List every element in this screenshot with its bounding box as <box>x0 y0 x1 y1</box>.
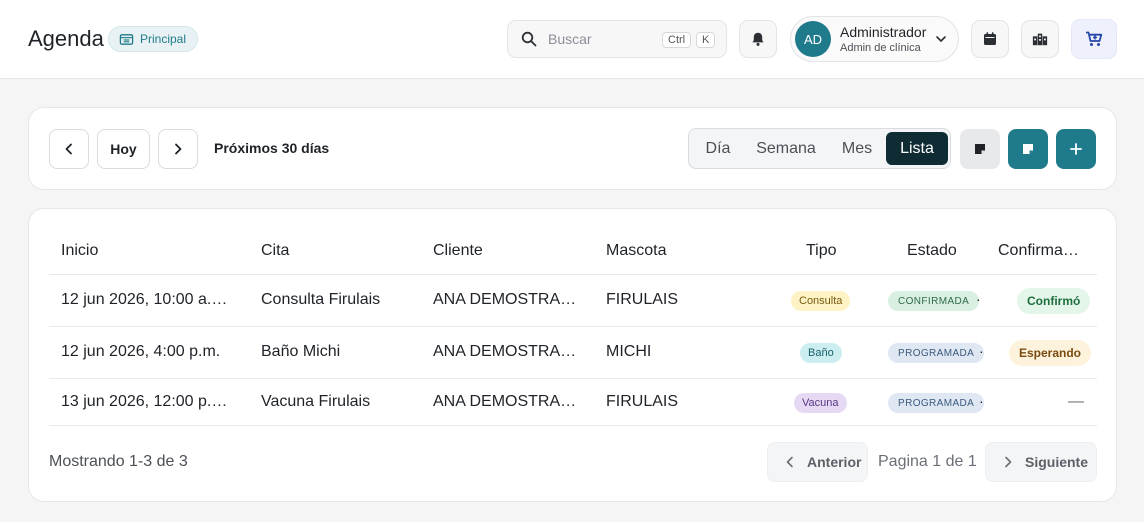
cell-cita[interactable]: Baño Michi <box>261 343 340 361</box>
confirmation-badge: Esperando <box>1009 340 1092 366</box>
branch-label: Principal <box>140 32 187 46</box>
branch-badge[interactable]: Principal <box>108 26 199 52</box>
tipo-badge: Baño <box>800 343 842 363</box>
next-page-label: Siguiente <box>1025 454 1089 470</box>
previous-page-button[interactable]: Anterior <box>767 442 868 482</box>
view-list-tab[interactable]: Lista <box>886 132 948 165</box>
notes-button[interactable] <box>960 129 1000 169</box>
cell-inicio: 12 jun 2026, 4:00 p.m. <box>61 343 221 360</box>
new-note-button[interactable] <box>1008 129 1048 169</box>
chevron-down-icon <box>936 36 946 42</box>
confirmation-badge: Confirmó <box>1017 288 1091 314</box>
previous-period-button[interactable] <box>49 129 89 169</box>
building-badge-icon <box>119 33 134 45</box>
calendar-icon <box>984 32 996 45</box>
column-header-inicio[interactable]: Inicio <box>61 242 98 260</box>
sticky-note-icon <box>975 144 985 154</box>
view-day-tab[interactable]: Día <box>699 132 737 165</box>
view-switcher: Día Semana Mes Lista <box>688 128 951 169</box>
tipo-badge: Consulta <box>791 291 851 311</box>
status-badge: CONFIRMADA <box>888 291 980 311</box>
cell-mascota: FIRULAIS <box>606 291 679 308</box>
view-month-tab[interactable]: Mes <box>835 132 879 165</box>
previous-page-label: Anterior <box>807 454 862 470</box>
search-box[interactable]: Ctrl K <box>507 20 727 58</box>
cell-cita[interactable]: Consulta Firulais <box>261 291 380 309</box>
header-divider <box>49 274 1097 275</box>
row-dot: · <box>979 393 984 409</box>
calendar-toolbar: Hoy Próximos 30 días Día Semana Mes List… <box>28 107 1117 190</box>
next-period-button[interactable] <box>158 129 198 169</box>
row-divider <box>49 425 1097 426</box>
top-bar: Agenda Principal Ctrl K AD Administrador… <box>0 0 1144 79</box>
buildings-icon <box>1032 33 1048 46</box>
cell-inicio: 12 jun 2026, 10:00 a.… <box>61 291 228 308</box>
row-divider <box>49 326 1097 327</box>
chevron-left-icon <box>786 456 793 468</box>
user-menu[interactable]: AD Administrador Admin de clínica <box>790 16 959 62</box>
user-role: Admin de clínica <box>840 42 921 54</box>
view-week-tab[interactable]: Semana <box>751 132 821 165</box>
appointments-table: Inicio Cita Cliente Mascota Tipo Estado … <box>28 208 1117 502</box>
page-title: Agenda <box>28 26 104 51</box>
shortcut-k-key: K <box>696 32 716 48</box>
chevron-left-icon <box>65 143 72 155</box>
column-header-confirmacion[interactable]: Confirma… <box>998 242 1079 260</box>
avatar: AD <box>795 21 831 57</box>
column-header-estado[interactable]: Estado <box>907 242 957 260</box>
cell-mascota: MICHI <box>606 343 652 360</box>
next-page-button[interactable]: Siguiente <box>985 442 1097 482</box>
cart-button[interactable] <box>1071 19 1117 59</box>
page-indicator: Pagina 1 de 1 <box>878 453 977 470</box>
sticky-note-icon <box>1023 144 1033 154</box>
bell-icon <box>752 32 764 46</box>
tipo-badge: Vacuna <box>794 393 847 413</box>
cell-mascota: FIRULAIS <box>606 393 679 410</box>
chevron-right-icon <box>175 143 182 155</box>
today-button[interactable]: Hoy <box>97 129 150 169</box>
add-appointment-button[interactable] <box>1056 129 1096 169</box>
column-header-mascota[interactable]: Mascota <box>606 242 666 260</box>
plus-icon <box>1070 143 1082 155</box>
row-dot: · <box>979 343 984 359</box>
results-summary: Mostrando 1-3 de 3 <box>49 453 188 470</box>
search-input[interactable] <box>548 31 658 47</box>
column-header-cita[interactable]: Cita <box>261 242 289 260</box>
cell-cliente: ANA DEMOSTRACI… <box>433 291 579 308</box>
cell-cliente: ANA DEMOSTRACI… <box>433 393 579 410</box>
notifications-button[interactable] <box>739 20 777 58</box>
date-range-label: Próximos 30 días <box>214 140 330 156</box>
column-header-tipo[interactable]: Tipo <box>806 242 837 260</box>
column-header-cliente[interactable]: Cliente <box>433 242 483 260</box>
confirmation-empty: — <box>1068 393 1084 410</box>
search-icon <box>521 31 537 47</box>
user-name: Administrador <box>840 24 927 40</box>
status-badge: PROGRAMADA <box>888 393 985 413</box>
branches-button[interactable] <box>1021 20 1059 58</box>
cell-cita[interactable]: Vacuna Firulais <box>261 393 370 411</box>
row-divider <box>49 378 1097 379</box>
calendar-button[interactable] <box>971 20 1009 58</box>
row-dot: · <box>976 291 981 307</box>
cart-icon <box>1086 31 1103 46</box>
cell-cliente: ANA DEMOSTRACI… <box>433 343 579 360</box>
shortcut-ctrl-key: Ctrl <box>662 32 692 48</box>
status-badge: PROGRAMADA <box>888 343 985 363</box>
cell-inicio: 13 jun 2026, 12:00 p.… <box>61 393 228 410</box>
chevron-right-icon <box>1005 456 1012 468</box>
